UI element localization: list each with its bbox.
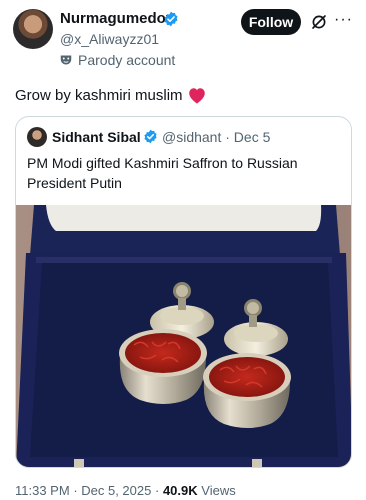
parody-label: Parody account bbox=[78, 52, 176, 68]
author-avatar[interactable] bbox=[13, 9, 53, 49]
quoted-post-photo[interactable] bbox=[16, 205, 352, 468]
quoted-post-card[interactable]: Sidhant Sibal @sidhant · Dec 5 PM Modi g… bbox=[15, 116, 352, 468]
views-count: 40.9K bbox=[162, 483, 198, 498]
quoted-author-name[interactable]: Sidhant Sibal bbox=[52, 129, 141, 145]
quoted-post-text: PM Modi gifted Kashmiri Saffron to Russi… bbox=[27, 155, 298, 191]
post-footer: 11:33 PM · Dec 5, 2025 · 40.9K Views bbox=[15, 483, 236, 498]
red-heart-emoji-icon bbox=[188, 88, 205, 104]
grok-icon[interactable] bbox=[310, 13, 328, 31]
quoted-author-handle[interactable]: @sidhant bbox=[162, 129, 221, 145]
post-text: Grow by kashmiri muslim bbox=[15, 86, 207, 104]
verified-badge-icon bbox=[164, 11, 178, 27]
author-name[interactable]: Nurmagumedov bbox=[60, 10, 174, 27]
follow-button[interactable]: Follow bbox=[241, 9, 301, 35]
author-handle[interactable]: @x_Aliwayzz01 bbox=[60, 31, 159, 47]
views-label: Views bbox=[201, 483, 236, 498]
post-time[interactable]: 11:33 PM bbox=[15, 483, 70, 498]
post-date[interactable]: · Dec 5, 2025 · bbox=[73, 483, 159, 498]
quoted-verified-badge-icon bbox=[144, 129, 157, 144]
parody-mask-icon bbox=[60, 55, 72, 65]
quoted-author-avatar[interactable] bbox=[27, 127, 47, 147]
post-text-content: Grow by kashmiri muslim bbox=[15, 86, 183, 104]
parody-badge: Parody account bbox=[60, 52, 175, 68]
more-options-icon[interactable]: ··· bbox=[334, 12, 353, 28]
quoted-author-meta: @sidhant · Dec 5 bbox=[162, 129, 270, 145]
quoted-post-date[interactable]: · Dec 5 bbox=[225, 129, 270, 145]
